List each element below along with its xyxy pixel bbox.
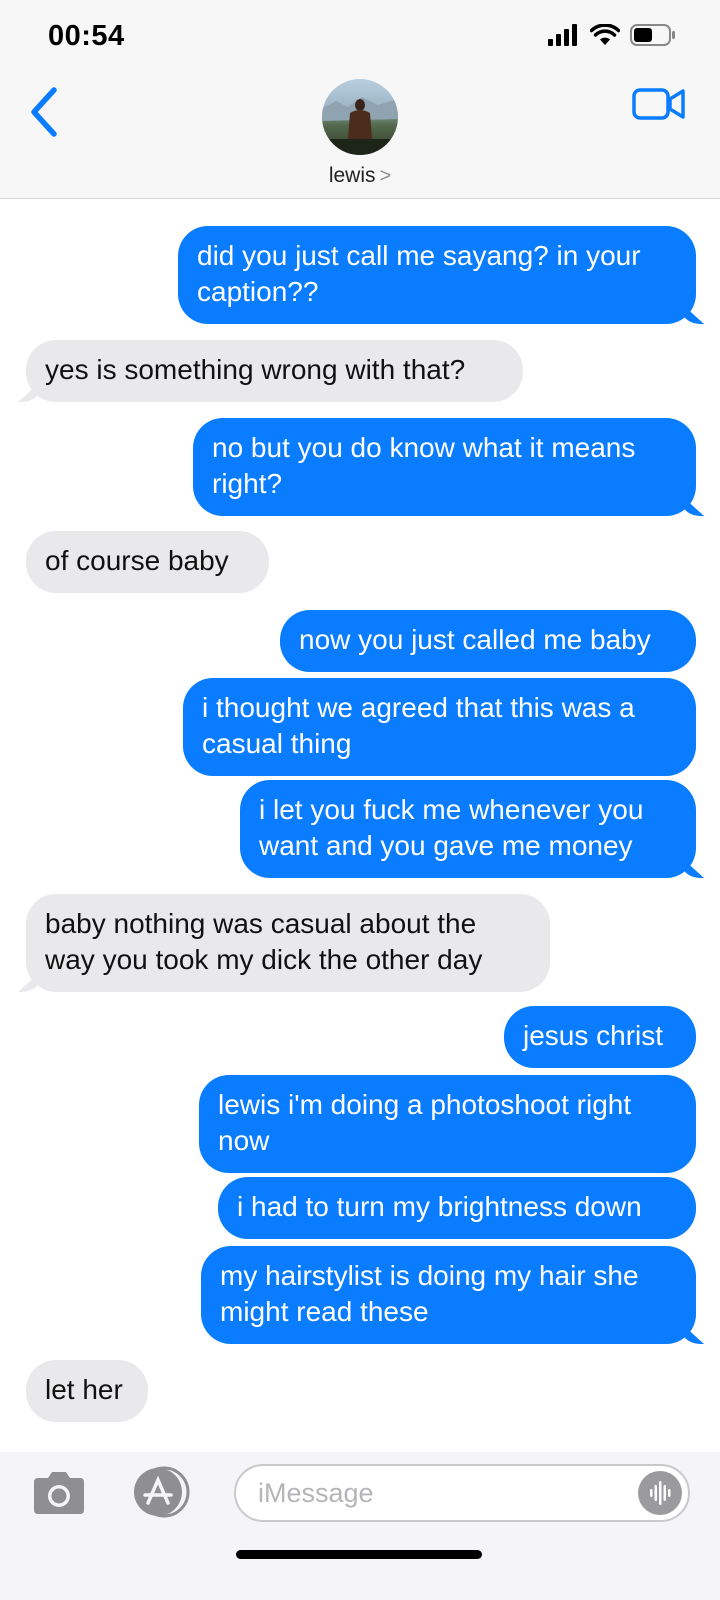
message-bubble-outgoing[interactable]: i let you fuck me whenever you want and … xyxy=(240,780,696,878)
contact-name-button[interactable]: lewis > xyxy=(0,164,720,188)
message-bubble-incoming[interactable]: let her xyxy=(26,1360,148,1422)
message-bubble-outgoing[interactable]: i thought we agreed that this was a casu… xyxy=(183,678,696,776)
message-bubble-incoming[interactable]: baby nothing was casual about the way yo… xyxy=(26,894,550,992)
message-bubble-outgoing[interactable]: jesus christ xyxy=(504,1006,696,1068)
message-bubble-outgoing[interactable]: no but you do know what it means right? xyxy=(193,418,696,516)
chevron-right-icon: > xyxy=(379,165,392,187)
message-bubble-outgoing[interactable]: did you just call me sayang? in your cap… xyxy=(178,226,696,324)
battery-icon xyxy=(630,24,675,46)
avatar-image xyxy=(322,97,398,155)
message-bubble-incoming[interactable]: of course baby xyxy=(26,531,269,593)
camera-icon[interactable] xyxy=(30,1470,88,1516)
message-bubble-outgoing[interactable]: now you just called me baby xyxy=(280,610,696,672)
input-bar: iMessage xyxy=(0,1452,720,1600)
status-time: 00:54 xyxy=(48,20,125,52)
wifi-icon xyxy=(590,24,620,45)
message-bubble-incoming[interactable]: yes is something wrong with that? xyxy=(26,340,523,402)
message-list[interactable]: did you just call me sayang? in your cap… xyxy=(0,198,720,1452)
message-bubble-outgoing[interactable]: i had to turn my brightness down xyxy=(218,1177,696,1239)
chevron-left-icon[interactable] xyxy=(26,82,66,142)
audio-waveform-icon[interactable] xyxy=(638,1471,682,1515)
signal-icon xyxy=(548,24,577,46)
status-bar: 00:54 xyxy=(0,0,720,76)
contact-name: lewis xyxy=(328,164,376,187)
message-input-placeholder: iMessage xyxy=(258,1478,374,1508)
message-bubble-outgoing[interactable]: my hairstylist is doing my hair she migh… xyxy=(201,1246,696,1344)
app-store-icon[interactable] xyxy=(126,1466,194,1518)
home-indicator[interactable] xyxy=(236,1550,482,1559)
message-input[interactable]: iMessage xyxy=(234,1464,690,1522)
message-bubble-outgoing[interactable]: lewis i'm doing a photoshoot right now xyxy=(199,1075,696,1173)
video-camera-icon[interactable] xyxy=(632,84,686,124)
avatar[interactable] xyxy=(322,79,398,155)
conversation-header: lewis > xyxy=(0,76,720,199)
status-icons xyxy=(548,24,676,46)
